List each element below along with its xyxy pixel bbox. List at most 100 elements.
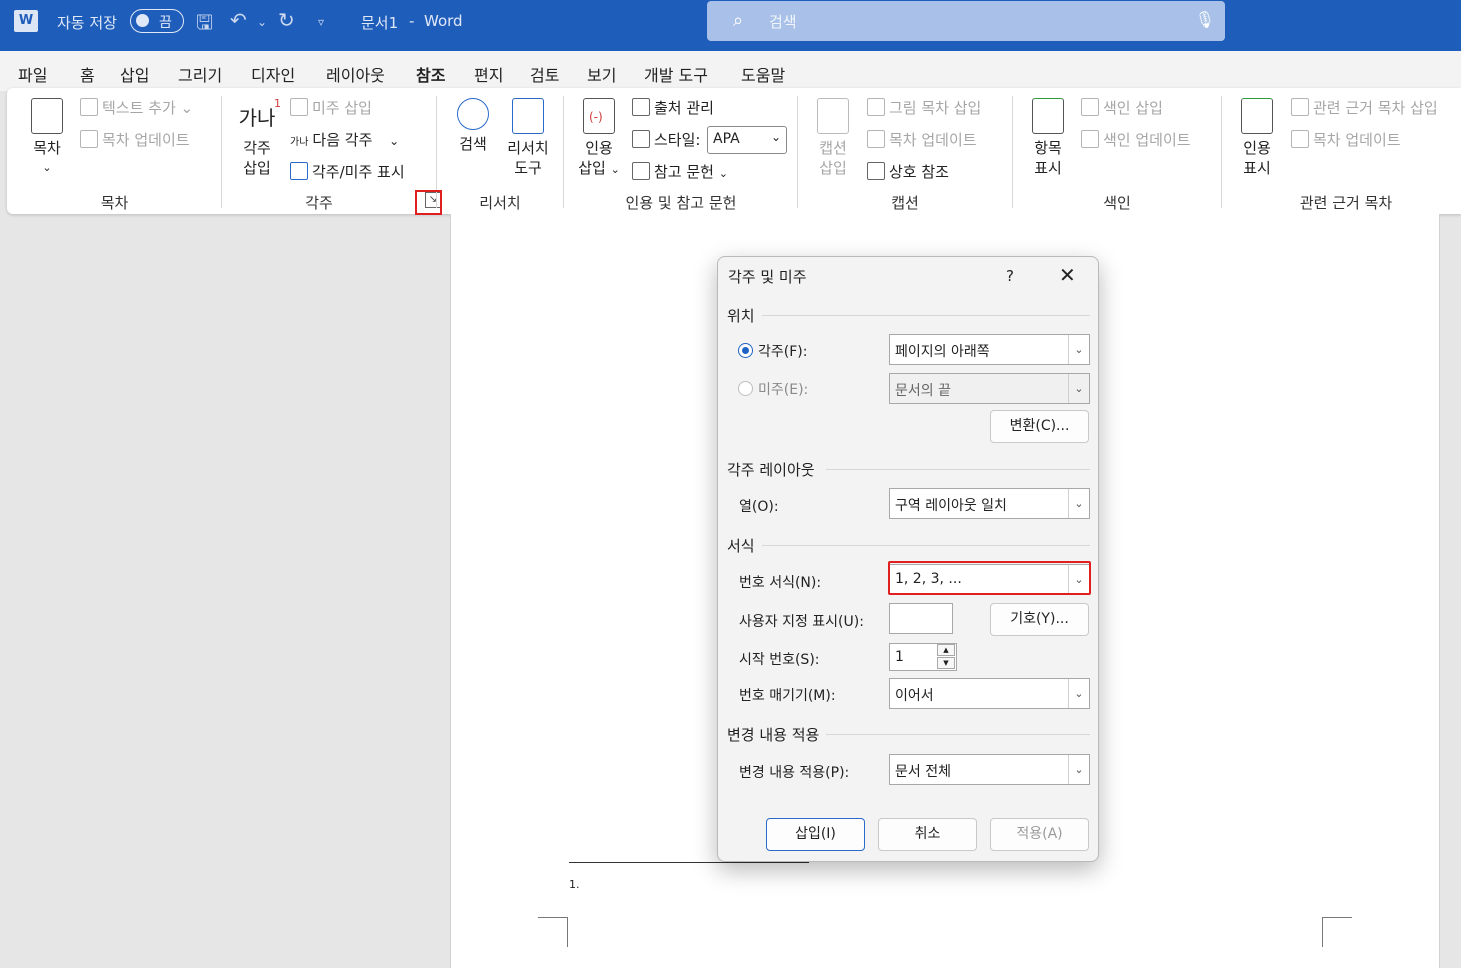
start-at-label: 시작 번호(S):: [739, 652, 820, 668]
numbering-value: 이어서: [895, 688, 934, 704]
insert-citation-button[interactable]: (-) 인용 삽입 ⌄: [575, 98, 623, 180]
footnote-number: 1.: [569, 878, 580, 891]
convert-button[interactable]: 변환(C)...: [990, 410, 1089, 443]
chevron-down-icon: ⌄: [610, 163, 620, 176]
endnote-radio[interactable]: [738, 381, 753, 396]
tab-home[interactable]: 홈: [80, 62, 95, 86]
cancel-button[interactable]: 취소: [878, 818, 977, 851]
insert-footnote-label-1: 각주: [243, 139, 271, 157]
apply-to-select[interactable]: 문서 전체 ⌄: [889, 754, 1090, 785]
close-icon[interactable]: ✕: [1059, 263, 1076, 287]
number-format-label: 번호 서식(N):: [739, 575, 822, 591]
tab-insert[interactable]: 삽입: [120, 62, 149, 86]
undo-dropdown-icon[interactable]: ⌄: [257, 15, 267, 29]
section-apply-changes: 변경 내용 적용: [727, 726, 820, 744]
chevron-down-icon: ⌄: [718, 167, 728, 180]
columns-label: 열(O):: [739, 499, 779, 515]
customize-qat-icon[interactable]: ▿: [318, 15, 324, 29]
search-button[interactable]: 검색: [451, 98, 495, 154]
spin-up-icon[interactable]: ▲: [937, 644, 955, 656]
group-label-research: 리서치: [479, 194, 521, 212]
insert-tof-label: 그림 목차 삽입: [889, 99, 982, 117]
mark-entry-label-1: 항목: [1034, 139, 1062, 157]
update-tof-icon: [867, 130, 885, 148]
insert-endnote-button: 미주 삽입: [290, 97, 372, 118]
tab-layout[interactable]: 레이아웃: [326, 62, 385, 86]
section-location: 위치: [727, 307, 755, 325]
add-text-icon: [80, 98, 98, 116]
section-divider: [826, 734, 1090, 735]
number-format-highlight: [888, 561, 1091, 595]
mark-citation-button[interactable]: 인용 표시: [1235, 98, 1279, 178]
cross-reference-icon: [867, 162, 885, 180]
symbol-button[interactable]: 기호(Y)...: [990, 603, 1089, 636]
save-icon[interactable]: 🖫: [196, 8, 213, 42]
endnote-position-select: 문서의 끝 ⌄: [889, 373, 1090, 404]
chevron-down-icon: ⌄: [770, 130, 781, 144]
custom-mark-input[interactable]: [889, 603, 953, 634]
footnote-radio[interactable]: [738, 343, 753, 358]
help-icon[interactable]: ?: [1006, 267, 1014, 285]
tab-mailings[interactable]: 편지: [474, 62, 503, 86]
tab-developer[interactable]: 개발 도구: [644, 62, 708, 86]
group-label-index: 색인: [1103, 194, 1131, 212]
search-icon: ⌕: [733, 10, 744, 31]
title-bar: W 자동 저장 끔 🖫 ↶ ⌄ ↻ ▿ 문서1 - Word ⌕ 검색 🎙: [0, 0, 1461, 51]
researcher-button[interactable]: 리서치 도구: [501, 98, 555, 178]
spin-down-icon[interactable]: ▼: [937, 657, 955, 669]
update-toa-button: 목차 업데이트: [1291, 129, 1401, 150]
toc-button[interactable]: 목차 ⌄: [27, 98, 67, 178]
group-label-citations: 인용 및 참고 문헌: [625, 194, 737, 212]
toggle-knob: [136, 14, 149, 27]
chevron-down-icon: ⌄: [1068, 374, 1089, 403]
citation-style-value: APA: [713, 131, 740, 147]
update-tof-button: 목차 업데이트: [867, 129, 977, 150]
insert-citation-icon: (-): [583, 98, 615, 134]
microphone-icon[interactable]: 🎙: [1195, 10, 1215, 29]
numbering-select[interactable]: 이어서 ⌄: [889, 678, 1090, 709]
columns-select[interactable]: 구역 레이아웃 일치 ⌄: [889, 488, 1090, 519]
tab-help[interactable]: 도움말: [741, 62, 785, 86]
insert-tof-icon: [867, 98, 885, 116]
start-at-spinner[interactable]: ▲ ▼: [937, 644, 957, 671]
tab-review[interactable]: 검토: [530, 62, 559, 86]
apply-to-label: 변경 내용 적용(P):: [739, 765, 850, 781]
tab-design[interactable]: 디자인: [251, 62, 295, 86]
document-title: 문서1: [361, 14, 399, 32]
autosave-toggle[interactable]: 끔: [130, 9, 184, 33]
crop-mark-left: [538, 917, 568, 947]
undo-icon[interactable]: ↶: [230, 8, 247, 32]
insert-tof-button: 그림 목차 삽입: [867, 97, 981, 118]
insert-footnote-label-2: 삽입: [243, 159, 271, 177]
manage-sources-button[interactable]: 출처 관리: [632, 97, 714, 118]
insert-footnote-button[interactable]: 가나 1 각주 삽입: [233, 97, 281, 178]
apply-to-value: 문서 전체: [895, 764, 951, 780]
redo-icon[interactable]: ↻: [278, 8, 295, 32]
cross-reference-button[interactable]: 상호 참조: [867, 161, 949, 182]
tab-draw[interactable]: 그리기: [178, 62, 222, 86]
footnote-position-value: 페이지의 아래쪽: [895, 344, 990, 360]
bibliography-button[interactable]: 참고 문헌 ⌄: [632, 161, 728, 182]
search-box[interactable]: ⌕ 검색 🎙: [707, 1, 1225, 41]
tab-file[interactable]: 파일: [18, 62, 47, 86]
footnote-position-select[interactable]: 페이지의 아래쪽 ⌄: [889, 334, 1090, 365]
section-footnote-layout: 각주 레이아웃: [727, 461, 815, 479]
columns-value: 구역 레이아웃 일치: [895, 498, 1007, 514]
mark-entry-button[interactable]: 항목 표시: [1027, 98, 1069, 178]
citation-style-select[interactable]: APA ⌄: [707, 126, 787, 154]
insert-button[interactable]: 삽입(I): [766, 818, 865, 851]
insert-endnote-icon: [290, 98, 308, 116]
footnote-endnote-dialog: 각주 및 미주 ? ✕ 위치 각주(F): 페이지의 아래쪽 ⌄ 미주(E): …: [717, 256, 1099, 862]
autosave-state: 끔: [159, 15, 172, 31]
chevron-down-icon: ⌄: [1068, 755, 1089, 784]
insert-caption-label-2: 삽입: [819, 159, 847, 177]
next-footnote-button[interactable]: 가나 다음 각주 ⌄: [290, 129, 399, 150]
update-table-icon: [80, 130, 98, 148]
manage-sources-icon: [632, 98, 650, 116]
tab-view[interactable]: 보기: [587, 62, 616, 86]
mark-citation-label-1: 인용: [1243, 139, 1271, 157]
tab-references[interactable]: 참조: [416, 62, 446, 94]
style-label: 스타일:: [632, 129, 700, 150]
section-format: 서식: [727, 537, 755, 555]
show-notes-button[interactable]: 각주/미주 표시: [290, 161, 405, 182]
